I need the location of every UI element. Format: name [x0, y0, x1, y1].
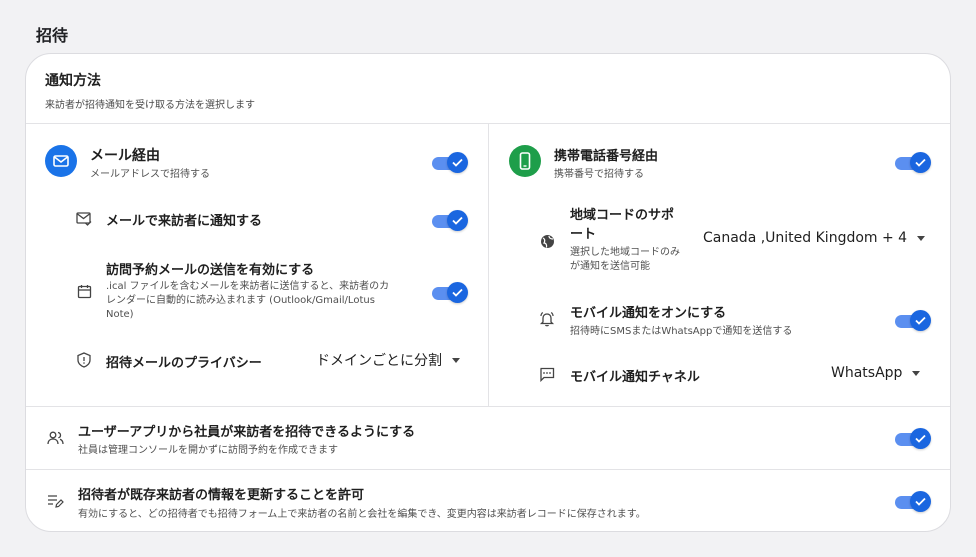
notify-visitor-title: メールで来訪者に通知する — [106, 214, 263, 229]
mail-check-icon — [75, 210, 93, 228]
email-privacy-dropdown[interactable]: ドメインごとに分割 — [316, 350, 460, 370]
region-code-title-line: 地域コードのサポ — [570, 208, 675, 223]
ical-toggle[interactable] — [432, 282, 468, 304]
mobile-notify-toggle[interactable] — [895, 310, 931, 332]
toggle-knob — [910, 152, 931, 173]
toggle-knob — [910, 310, 931, 331]
phone-method-subtitle: 携帯番号で招待する — [554, 169, 644, 180]
ical-description: .ical ファイルを含むメールを来訪者に送信すると、来訪者のカ レンダーに自動… — [106, 280, 436, 322]
chat-icon — [538, 365, 556, 383]
email-privacy-value: ドメインごとに分割 — [316, 353, 442, 369]
card-title: 通知方法 — [45, 73, 101, 89]
edit-list-icon — [46, 492, 64, 510]
check-icon — [452, 288, 463, 297]
card-header: 通知方法 来訪者が招待通知を受け取る方法を選択します — [26, 54, 950, 124]
chevron-down-icon — [452, 357, 460, 363]
region-code-title-line: ート — [570, 227, 597, 242]
check-icon — [915, 434, 926, 443]
row-divider — [26, 406, 950, 407]
region-code-title: 地域コードのサポ ート — [570, 206, 674, 244]
toggle-knob — [447, 282, 468, 303]
column-divider — [488, 124, 489, 406]
toggle-knob — [447, 152, 468, 173]
user-app-invite-subtitle: 社員は管理コンソールを開かずに訪問予約を作成できます — [78, 445, 338, 456]
shield-icon — [75, 351, 93, 369]
toggle-knob — [910, 491, 931, 512]
mobile-notify-description: 招待時にSMSまたはWhatsAppで通知を送信する — [570, 326, 793, 337]
toggle-knob — [447, 210, 468, 231]
toggle-knob — [910, 428, 931, 449]
ical-title: 訪問予約メールの送信を有効にする — [106, 263, 315, 278]
mobile-notify-title: モバイル通知をオンにする — [570, 306, 727, 321]
update-visitor-info-title: 招待者が既存来訪者の情報を更新することを許可 — [78, 488, 365, 503]
check-icon — [915, 316, 926, 325]
notify-visitor-toggle[interactable] — [432, 210, 468, 232]
email-method-toggle[interactable] — [432, 152, 468, 174]
people-icon — [46, 429, 64, 447]
mail-icon — [45, 145, 77, 177]
mobile-channel-dropdown[interactable]: WhatsApp — [831, 365, 921, 381]
user-app-invite-toggle[interactable] — [895, 428, 931, 450]
check-icon — [452, 216, 463, 225]
user-app-invite-title: ユーザーアプリから社員が来訪者を招待できるようにする — [78, 425, 416, 440]
ical-description-line: .ical ファイルを含むメールを来訪者に送信すると、来訪者のカ — [106, 281, 390, 292]
mobile-channel-value: WhatsApp — [831, 365, 903, 381]
update-visitor-info-toggle[interactable] — [895, 491, 931, 513]
update-visitor-info-subtitle: 有効にすると、どの招待者でも招待フォーム上で来訪者の名前と会社を編集でき、変更内… — [78, 509, 646, 520]
region-code-dropdown[interactable]: Canada ,United Kingdom + 4 — [703, 230, 926, 246]
check-icon — [915, 158, 926, 167]
phone-method-toggle[interactable] — [895, 152, 931, 174]
notification-method-card: 通知方法 来訪者が招待通知を受け取る方法を選択します メール経由 メールアドレス… — [25, 53, 951, 532]
phone-method-title: 携帯電話番号経由 — [554, 149, 659, 164]
page-title: 招待 — [36, 26, 69, 45]
phone-icon — [509, 145, 541, 177]
email-method-subtitle: メールアドレスで招待する — [90, 169, 210, 180]
bell-icon — [538, 310, 556, 328]
chevron-down-icon — [912, 370, 921, 376]
email-method-title: メール経由 — [90, 148, 160, 164]
ical-description-line: Note) — [106, 309, 134, 320]
globe-icon — [538, 232, 556, 250]
region-code-description-line: 選択した地域コードのみ — [570, 247, 680, 258]
ical-description-line: レンダーに自動的に読み込まれます (Outlook/Gmail/Lotus — [106, 295, 375, 306]
region-code-value: Canada ,United Kingdom + 4 — [703, 230, 908, 246]
mobile-channel-title: モバイル通知チャネル — [570, 370, 700, 385]
email-privacy-title: 招待メールのプライバシー — [106, 356, 262, 371]
row-divider — [26, 469, 950, 470]
calendar-icon — [75, 282, 93, 300]
region-code-description: 選択した地域コードのみ が通知を送信可能 — [570, 246, 680, 274]
card-subtitle: 来訪者が招待通知を受け取る方法を選択します — [45, 100, 255, 111]
check-icon — [452, 158, 463, 167]
region-code-description-line: が通知を送信可能 — [570, 261, 650, 272]
check-icon — [915, 497, 926, 506]
chevron-down-icon — [917, 235, 926, 241]
